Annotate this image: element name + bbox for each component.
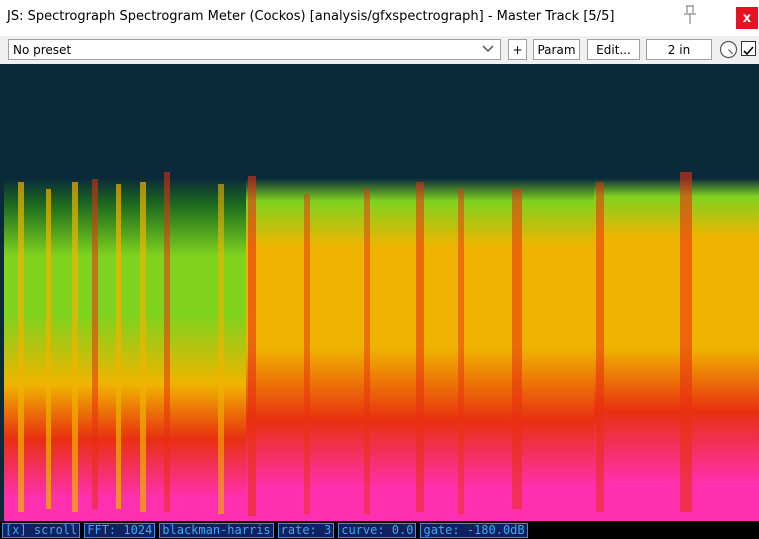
fft-size-setting[interactable]: FFT: 1024 [84,522,156,538]
add-preset-button[interactable]: + [508,39,527,60]
spectrogram-canvas [4,64,759,521]
param-button[interactable]: Param [533,39,580,60]
close-button[interactable]: x [736,7,758,29]
pin-icon [684,5,696,24]
edit-button[interactable]: Edit... [587,39,640,60]
scroll-toggle[interactable]: [x] scroll [2,522,81,538]
preset-dropdown[interactable]: No preset [8,39,501,60]
window-function-setting[interactable]: blackman-harris [159,522,274,538]
gate-setting[interactable]: gate: -180.0dB [420,522,528,538]
close-icon: x [742,10,752,26]
curve-setting[interactable]: curve: 0.0 [338,522,417,538]
checkmark-icon [743,46,754,56]
chevron-down-icon [482,45,494,52]
title-bar: JS: Spectrograph Spectrogram Meter (Cock… [0,0,759,36]
spectrogram-view[interactable] [0,64,759,539]
wet-knob-icon[interactable] [719,40,738,59]
pin-button[interactable] [676,2,704,28]
bypass-checkbox[interactable] [741,41,756,56]
status-bar: [x] scroll FFT: 1024 blackman-harris rat… [0,521,759,539]
window-title: JS: Spectrograph Spectrogram Meter (Cock… [7,9,615,24]
rate-setting[interactable]: rate: 3 [277,522,335,538]
preset-value: No preset [13,43,72,57]
io-button[interactable]: 2 in [646,39,712,60]
